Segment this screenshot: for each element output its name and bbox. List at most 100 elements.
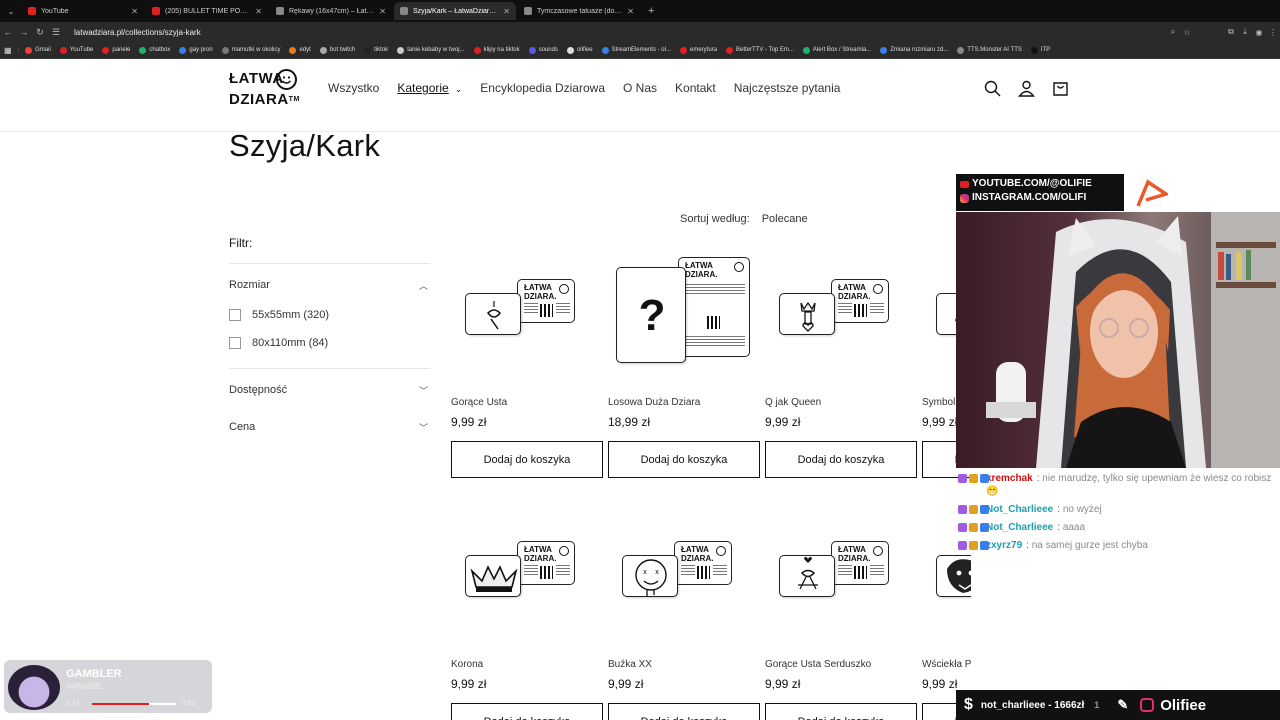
bookmark-item[interactable]: TTS.Monster AI TTS	[957, 46, 1022, 54]
nav-item[interactable]: Najczęstsze pytania	[734, 81, 841, 95]
bookmark-item[interactable]: Gmail	[25, 46, 51, 54]
facet-size[interactable]: Rozmiar ︿ 55x55mm (320) 80x110mm (84)	[229, 263, 430, 364]
add-to-cart-button[interactable]: Dodaj do koszyka	[608, 441, 760, 478]
nav-item[interactable]: Kategorie ⌄	[397, 81, 462, 95]
sort-control[interactable]: Sortuj według: Polecane	[680, 213, 808, 225]
add-to-cart-button[interactable]: Dodaj do koszyka	[765, 441, 917, 478]
bookmark-favicon-icon	[473, 46, 481, 54]
product-image[interactable]: ŁATWADZIARA.	[765, 507, 917, 647]
chevron-up-icon[interactable]: ︿	[419, 279, 428, 292]
product-title[interactable]: Buźka XX	[608, 659, 760, 670]
product-card[interactable]: ŁATWA DZIARA. Gorące Usta Serduszko 9,99 zł…	[765, 507, 917, 720]
store-logo[interactable]: ŁATWA DZIARATM	[229, 68, 301, 114]
filter-option[interactable]: 55x55mm (320)	[229, 309, 430, 321]
facet-availability[interactable]: Dostępność ﹀	[229, 368, 430, 411]
chevron-down-icon[interactable]: ﹀	[419, 421, 428, 434]
bookmark-item[interactable]: sounds	[528, 46, 558, 54]
bookmark-item[interactable]: ITP	[1030, 46, 1050, 54]
product-image[interactable]: ŁATWADZIARA.	[451, 507, 603, 647]
bookmark-item[interactable]: tanie kebaby w twoj...	[397, 46, 465, 54]
apps-grid-icon[interactable]: ▦	[4, 46, 12, 55]
bookmark-item[interactable]: klipy na tiktok	[473, 46, 520, 54]
bookmark-item[interactable]: mamutki w okolicy	[221, 46, 280, 54]
close-tab-icon[interactable]: ✕	[503, 7, 510, 16]
chat-username[interactable]: Not_Charlieee	[986, 504, 1053, 515]
bookmark-item[interactable]: chatbox	[139, 46, 170, 54]
close-tab-icon[interactable]: ✕	[379, 7, 386, 16]
product-title[interactable]: Q jak Queen	[765, 397, 917, 408]
sticker-fineprint	[556, 565, 570, 575]
brand-card-sticker: ŁATWA DZIARA.	[678, 257, 750, 357]
bookmark-item[interactable]: bot twitch	[319, 46, 355, 54]
bookmark-star-icon[interactable]: ☆	[1180, 28, 1194, 37]
bookmark-favicon-icon	[957, 46, 965, 54]
nav-item[interactable]: Encyklopedia Dziarowa	[480, 81, 605, 95]
sort-value[interactable]: Polecane	[762, 213, 808, 225]
site-info-icon[interactable]: ☰	[48, 27, 64, 38]
bookmark-item[interactable]: BetterTTV - Top Em...	[726, 46, 794, 54]
profile-icon[interactable]: ◉	[1252, 28, 1266, 37]
product-image[interactable]: ŁATWADZIARA.	[451, 245, 603, 385]
add-to-cart-button[interactable]: Dodaj do koszyka	[765, 703, 917, 720]
bookmark-item[interactable]: Zmiana rozmiaru zd...	[880, 46, 948, 54]
tab-search-icon[interactable]: ⌄	[0, 7, 22, 16]
bookmark-item[interactable]: edyt	[289, 46, 311, 54]
facet-price[interactable]: Cena ﹀	[229, 411, 430, 448]
browser-tab[interactable]: YouTube ✕	[22, 2, 144, 20]
add-to-cart-button[interactable]: Dodaj do koszyka	[451, 703, 603, 720]
chat-username[interactable]: Not_Charlieee	[986, 522, 1053, 533]
product-title[interactable]: Gorące Usta	[451, 397, 603, 408]
chat-username[interactable]: zxyrz79	[986, 540, 1022, 551]
bookmark-item[interactable]: panele	[102, 46, 130, 54]
browser-menu-icon[interactable]: ⋮	[1266, 28, 1280, 37]
downloads-icon[interactable]: ⤓	[1238, 27, 1252, 37]
chat-badge-icon	[980, 541, 989, 550]
zoom-icon[interactable]: ⌕	[1166, 27, 1180, 37]
url-field[interactable]: latwadziara.pl/collections/szyja-kark	[74, 28, 1166, 37]
bookmark-item[interactable]: gay pron	[179, 46, 213, 54]
reload-icon[interactable]: ↻	[32, 27, 48, 38]
product-title[interactable]: Korona	[451, 659, 603, 670]
bookmark-item[interactable]: YouTube	[59, 46, 93, 54]
bookmark-item[interactable]: StreamElements - ol...	[601, 46, 671, 54]
add-to-cart-button[interactable]: Dodaj do koszyka	[451, 441, 603, 478]
checkbox[interactable]	[229, 337, 241, 349]
bookmark-item[interactable]: tiktok	[364, 46, 388, 54]
product-card[interactable]: ŁATWADZIARA.xxBuźka XX9,99 złDodaj do ko…	[608, 507, 760, 720]
bookmark-item[interactable]: emerytura	[679, 46, 717, 54]
add-to-cart-button[interactable]: Dodaj do koszyka	[608, 703, 760, 720]
cart-icon[interactable]	[1052, 80, 1069, 97]
bookmark-item[interactable]: olifiee	[566, 46, 593, 54]
filter-option[interactable]: 80x110mm (84)	[229, 337, 430, 349]
chat-username[interactable]: xremchak	[986, 473, 1033, 484]
product-image[interactable]: ŁATWA DZIARA.?	[608, 245, 760, 385]
bookmark-item[interactable]: Alert Box / Streamla...	[802, 46, 871, 54]
nav-item[interactable]: Kontakt	[675, 81, 716, 95]
browser-tab[interactable]: (205) BULLET TIME POWRACA✕	[146, 2, 268, 20]
browser-tab-active[interactable]: Szyja/Kark – ŁatwaDziara™ ✕	[394, 2, 516, 20]
nav-item[interactable]: Wszystko	[328, 81, 379, 95]
browser-tab[interactable]: Tymczasowe tatuaże (do 2 tygo✕	[518, 2, 640, 20]
nav-item[interactable]: O Nas	[623, 81, 657, 95]
close-tab-icon[interactable]: ✕	[255, 7, 262, 16]
checkbox[interactable]	[229, 309, 241, 321]
product-card[interactable]: ŁATWA DZIARA. Q jak Queen 9,99 zł Dodaj do k…	[765, 245, 917, 478]
forward-icon[interactable]: →	[16, 27, 32, 37]
search-icon[interactable]	[984, 80, 1001, 97]
account-icon[interactable]	[1018, 80, 1035, 97]
product-title[interactable]: Gorące Usta Serduszko	[765, 659, 917, 670]
product-image[interactable]: ŁATWADZIARA.	[765, 245, 917, 385]
product-card[interactable]: ŁATWADZIARA. Korona 9,99 zł Dodaj do koszyk…	[451, 507, 603, 720]
close-tab-icon[interactable]: ✕	[627, 7, 634, 16]
back-icon[interactable]: ←	[0, 27, 16, 37]
browser-tab[interactable]: Rękawy (16x47cm) – ŁatwaDzi✕	[270, 2, 392, 20]
close-tab-icon[interactable]: ✕	[131, 7, 138, 16]
product-image[interactable]: ŁATWA DZIARA. x x	[608, 507, 760, 647]
product-card[interactable]: ŁATWA DZIARA. Gorące Usta 9,99 zł Dodaj do k…	[451, 245, 603, 478]
product-card[interactable]: ŁATWA DZIARA.? Losowa Duża Dziara 18,99 zł D…	[608, 245, 760, 478]
extensions-icon[interactable]: ⧉	[1224, 27, 1238, 37]
chevron-down-icon[interactable]: ﹀	[419, 384, 428, 397]
new-tab-icon[interactable]: +	[642, 5, 660, 17]
product-title[interactable]: Losowa Duża Dziara	[608, 397, 760, 408]
product-price: 9,99 zł	[765, 677, 801, 691]
